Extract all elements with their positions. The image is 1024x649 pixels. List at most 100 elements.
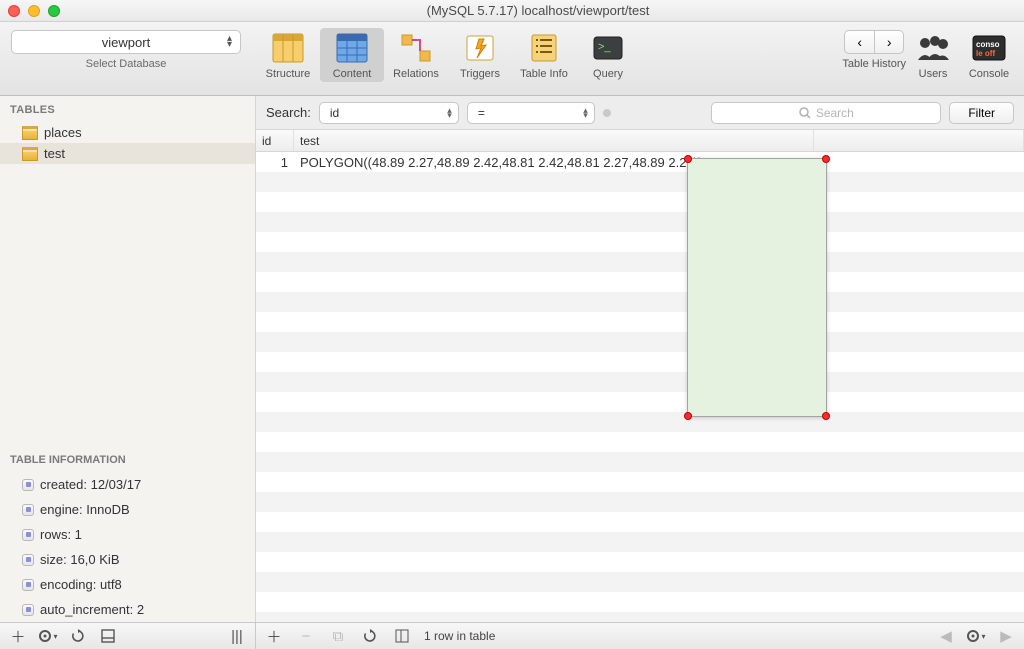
pager-gear-icon[interactable]: ▾ <box>966 626 986 646</box>
search-status-icon <box>603 109 611 117</box>
relations-icon <box>398 32 434 64</box>
users-icon <box>915 32 951 64</box>
handle-icon[interactable] <box>822 412 830 420</box>
content-pane: Search: id ▴▾ = ▴▾ Search Filter id test <box>256 96 1024 622</box>
minimize-icon[interactable] <box>28 5 40 17</box>
maximize-icon[interactable] <box>48 5 60 17</box>
table-info-header: TABLE INFORMATION <box>0 446 255 472</box>
history-label: Table History <box>842 58 906 70</box>
sidebar: TABLES places test TABLE INFORMATION cre… <box>0 96 256 622</box>
users-button[interactable]: Users <box>906 28 960 82</box>
table-icon <box>22 126 38 140</box>
table-icon <box>22 147 38 161</box>
polygon-preview[interactable] <box>687 158 827 417</box>
bullet-icon <box>22 479 34 491</box>
tab-label: Query <box>593 68 623 80</box>
column-header-id[interactable]: id <box>256 130 294 151</box>
sidebar-item-places[interactable]: places <box>0 122 255 143</box>
cell-id[interactable]: 1 <box>256 155 294 170</box>
refresh-icon[interactable] <box>68 626 88 646</box>
history-forward-button[interactable]: › <box>874 30 904 54</box>
tab-label: Relations <box>393 68 439 80</box>
handle-icon[interactable] <box>822 155 830 163</box>
search-operator-select[interactable]: = ▴▾ <box>467 102 595 124</box>
tables-list: places test <box>0 122 255 174</box>
svg-text:>_: >_ <box>598 41 611 53</box>
grid-stripes <box>256 172 1024 622</box>
tab-triggers[interactable]: Triggers <box>448 28 512 82</box>
tab-content[interactable]: Content <box>320 28 384 82</box>
gear-icon[interactable]: ▾ <box>38 626 58 646</box>
search-bar: Search: id ▴▾ = ▴▾ Search Filter <box>256 96 1024 130</box>
table-info-icon <box>526 32 562 64</box>
search-placeholder: Search <box>816 106 854 120</box>
collapse-sidebar-icon[interactable]: ||| <box>227 626 247 646</box>
search-icon <box>799 107 811 119</box>
bullet-icon <box>22 504 34 516</box>
chevron-updown-icon: ▴▾ <box>227 36 232 48</box>
tables-header: TABLES <box>0 96 255 122</box>
duplicate-row-button[interactable]: ⧉ <box>328 626 348 646</box>
toggle-info-icon[interactable] <box>98 626 118 646</box>
triggers-icon <box>462 32 498 64</box>
table-name: test <box>44 146 65 161</box>
search-label: Search: <box>266 105 311 120</box>
structure-icon <box>270 32 306 64</box>
database-name: viewport <box>102 35 150 50</box>
next-page-icon[interactable]: ▶ <box>996 626 1016 646</box>
sidebar-item-test[interactable]: test <box>0 143 255 164</box>
bullet-icon <box>22 529 34 541</box>
prev-page-icon[interactable]: ◀ <box>936 626 956 646</box>
close-icon[interactable] <box>8 5 20 17</box>
grid-header: id test <box>256 130 1024 152</box>
tab-label: Content <box>333 68 372 80</box>
tab-label: Structure <box>266 68 311 80</box>
info-encoding: encoding: utf8 <box>0 572 255 597</box>
grid-body[interactable]: 1 POLYGON((48.89 2.27,48.89 2.42,48.81 2… <box>256 152 1024 622</box>
handle-icon[interactable] <box>684 155 692 163</box>
refresh-content-icon[interactable] <box>360 626 380 646</box>
window-controls <box>8 5 60 17</box>
info-size: size: 16,0 KiB <box>0 547 255 572</box>
info-created: created: 12/03/17 <box>0 472 255 497</box>
search-column-select[interactable]: id ▴▾ <box>319 102 459 124</box>
bullet-icon <box>22 604 34 616</box>
column-header-test[interactable]: test <box>294 130 814 151</box>
content-icon <box>334 32 370 64</box>
database-selector: viewport ▴▾ Select Database <box>6 28 246 70</box>
search-input[interactable]: Search <box>711 102 941 124</box>
console-button[interactable]: console off Console <box>960 28 1018 82</box>
history-back-button[interactable]: ‹ <box>844 30 874 54</box>
tab-relations[interactable]: Relations <box>384 28 448 82</box>
info-autoinc: auto_increment: 2 <box>0 597 255 622</box>
bullet-icon <box>22 554 34 566</box>
main-toolbar: viewport ▴▾ Select Database Structure Co… <box>0 22 1024 96</box>
add-row-button[interactable]: ＋ <box>264 626 284 646</box>
console-label: Console <box>969 68 1009 80</box>
handle-icon[interactable] <box>684 412 692 420</box>
tab-label: Triggers <box>460 68 500 80</box>
svg-text:le off: le off <box>976 49 995 58</box>
cell-test[interactable]: POLYGON((48.89 2.27,48.89 2.42,48.81 2.4… <box>294 155 702 170</box>
view-tabs: Structure Content Relations Triggers Tab… <box>256 28 640 82</box>
filter-button[interactable]: Filter <box>949 102 1014 124</box>
tab-structure[interactable]: Structure <box>256 28 320 82</box>
tab-query[interactable]: >_ Query <box>576 28 640 82</box>
status-bars: ＋ ▾ ||| ＋ − ⧉ 1 row in table ◀ ▾ ▶ <box>0 622 1024 649</box>
window-title: (MySQL 5.7.17) localhost/viewport/test <box>60 3 1016 18</box>
page-layout-icon[interactable] <box>392 626 412 646</box>
column-header-empty <box>814 130 1024 151</box>
titlebar: (MySQL 5.7.17) localhost/viewport/test <box>0 0 1024 22</box>
bullet-icon <box>22 579 34 591</box>
users-label: Users <box>919 68 948 80</box>
tab-label: Table Info <box>520 68 568 80</box>
table-name: places <box>44 125 82 140</box>
add-button[interactable]: ＋ <box>8 626 28 646</box>
sidebar-statusbar: ＋ ▾ ||| <box>0 622 256 649</box>
query-icon: >_ <box>590 32 626 64</box>
table-row[interactable]: 1 POLYGON((48.89 2.27,48.89 2.42,48.81 2… <box>256 152 1024 172</box>
database-popup[interactable]: viewport ▴▾ <box>11 30 241 54</box>
remove-row-button[interactable]: − <box>296 626 316 646</box>
database-sublabel: Select Database <box>86 58 167 70</box>
tab-table-info[interactable]: Table Info <box>512 28 576 82</box>
